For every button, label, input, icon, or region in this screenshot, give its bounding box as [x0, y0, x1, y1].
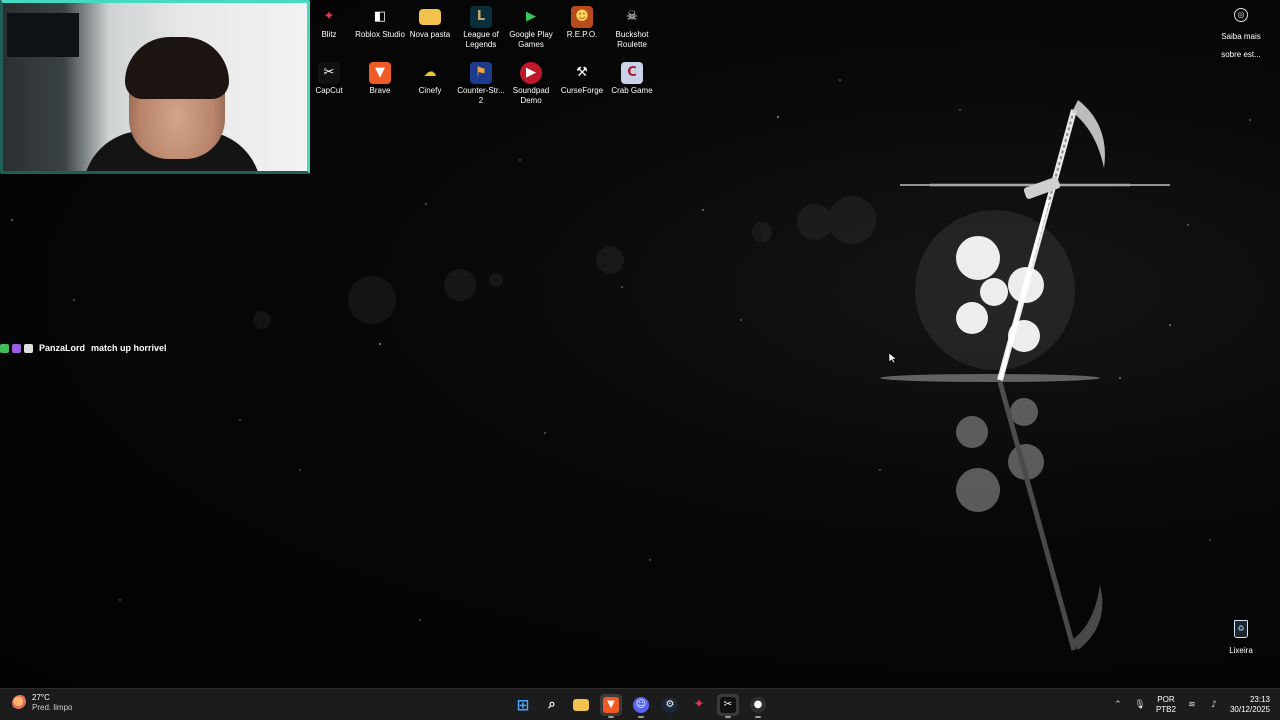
weather-widget[interactable]: 27°C Pred. limpo [12, 693, 72, 713]
desktop-icon-cinefy[interactable]: ☁ Cinefy [404, 62, 456, 96]
running-indicator [725, 716, 731, 718]
desktop-icon-buckshot-roulette[interactable]: ☠ Buckshot Roulette [606, 6, 658, 50]
desktop-icon-label: Crab Game [611, 86, 653, 95]
windows-icon: ⊞ [516, 696, 530, 714]
desktop-icon-label: CapCut [315, 86, 343, 95]
desktop-icon-repo[interactable]: ☻ R.E.P.O. [556, 6, 608, 40]
input-language-indicator[interactable]: POR PTB2 [1156, 695, 1176, 715]
desktop-icon-soundpad[interactable]: ▶ Soundpad Demo [505, 62, 557, 106]
chat-badge-icon [24, 343, 33, 353]
clock-date: 30/12/2025 [1229, 705, 1270, 714]
desktop-icon-label: Google Play Games [509, 30, 553, 49]
desktop-icon-recycle-bin[interactable]: ♻ Lixeira [1222, 620, 1260, 658]
folder-icon [573, 699, 589, 711]
running-indicator [608, 716, 614, 718]
chat-message-text: match up horrivel [91, 343, 167, 353]
recycle-bin-label: Lixeira [1229, 646, 1253, 655]
search-button[interactable]: ⌕ [541, 694, 563, 716]
wifi-icon[interactable]: ≋ [1186, 699, 1198, 711]
desktop-icon-curseforge[interactable]: ⚒ CurseForge [556, 62, 608, 96]
desktop-icon-crab-game[interactable]: C Crab Game [606, 62, 658, 96]
system-tray: ⌃ 🎙 POR PTB2 ≋ ♪ 23:13 30/12/2025 [1112, 693, 1270, 717]
desktop-icon-league-of-legends[interactable]: L League of Legends [455, 6, 507, 50]
desktop-icon-roblox-studio[interactable]: ◧ Roblox Studio [354, 6, 406, 40]
desktop-icon-label: CurseForge [560, 86, 604, 95]
google-play-games-icon: ▶ [526, 9, 536, 24]
steam-icon: ⚙ [662, 697, 678, 713]
cinefy-icon: ☁ [423, 65, 437, 80]
taskbar-steam[interactable]: ⚙ [659, 694, 681, 716]
mouse-cursor-icon [888, 352, 898, 364]
camera-info-icon: ◎ [1234, 8, 1248, 22]
folder-icon [419, 9, 441, 25]
learn-more-label: Saiba mais sobre est... [1221, 32, 1261, 59]
learn-about-picture-button[interactable]: ◎ Saiba mais sobre est... [1216, 8, 1266, 62]
blitz-icon: ✦ [323, 9, 335, 24]
stream-chat-message: PanzaLord match up horrivel [0, 341, 167, 355]
chevron-up-icon[interactable]: ⌃ [1112, 699, 1124, 711]
chat-username: PanzaLord [39, 343, 86, 353]
counter-strike-icon: ⚑ [470, 62, 492, 84]
webcam-overlay [0, 0, 310, 174]
discord-icon: ☺ [633, 697, 649, 713]
taskbar-obs[interactable]: ● [747, 694, 769, 718]
keyboard-layout: PTB2 [1155, 705, 1176, 714]
desktop-icon-label: League of Legends [463, 30, 499, 49]
desktop-icon-label: Counter-Str... 2 [457, 86, 505, 105]
taskbar-blitz[interactable]: ✦ [688, 694, 710, 716]
curseforge-icon: ⚒ [576, 65, 588, 80]
taskbar-brave[interactable]: ▼ [600, 694, 622, 718]
taskbar-capcut[interactable]: ✂ [717, 694, 739, 718]
buckshot-roulette-icon: ☠ [626, 9, 638, 24]
taskbar: 27°C Pred. limpo ⊞ ⌕ ▼ ☺ ⚙ ✦ ✂ ● ⌃ 🎙 POR… [0, 688, 1280, 720]
taskbar-file-explorer[interactable] [570, 694, 592, 716]
search-icon: ⌕ [548, 697, 556, 712]
desktop-icon-brave[interactable]: ▼ Brave [354, 62, 406, 96]
chat-badge-icon [12, 343, 21, 353]
desktop-icon-label: R.E.P.O. [566, 30, 598, 39]
desktop-icon-label: Nova pasta [409, 30, 451, 39]
desktop-icon-label: Blitz [321, 30, 337, 39]
desktop-icon-blitz[interactable]: ✦ Blitz [303, 6, 355, 40]
crab-game-icon: C [621, 62, 643, 84]
brave-icon: ▼ [369, 62, 391, 84]
language-code: POR [1157, 695, 1175, 704]
webcam-window-frame [7, 13, 79, 57]
running-indicator [755, 716, 761, 718]
taskbar-clock[interactable]: 23:13 30/12/2025 [1230, 695, 1270, 715]
league-of-legends-icon: L [470, 6, 492, 28]
microphone-icon[interactable]: 🎙 [1134, 699, 1146, 711]
blitz-icon: ✦ [693, 697, 705, 712]
desktop-icon-capcut[interactable]: ✂ CapCut [303, 62, 355, 96]
brave-icon: ▼ [603, 697, 619, 713]
clock-time: 23:13 [1249, 695, 1270, 704]
volume-icon[interactable]: ♪ [1208, 699, 1220, 711]
repo-icon: ☻ [571, 6, 593, 28]
weather-temperature: 27°C [32, 693, 50, 702]
capcut-icon: ✂ [318, 62, 340, 84]
obs-icon: ● [750, 697, 766, 713]
capcut-icon: ✂ [720, 697, 736, 713]
roblox-studio-icon: ◧ [373, 9, 387, 24]
chat-badge-icon [0, 343, 9, 353]
desktop-icon-label: Brave [369, 86, 391, 95]
weather-icon [12, 695, 28, 711]
desktop-icon-nova-pasta[interactable]: Nova pasta [404, 6, 456, 40]
weather-condition: Pred. limpo [32, 703, 73, 712]
desktop-icon-label: Soundpad Demo [512, 86, 550, 105]
desktop-icon-counter-strike[interactable]: ⚑ Counter-Str... 2 [455, 62, 507, 106]
taskbar-discord[interactable]: ☺ [630, 694, 652, 718]
soundpad-icon: ▶ [520, 62, 542, 84]
desktop-icon-label: Roblox Studio [355, 30, 405, 39]
desktop-icon-label: Cinefy [418, 86, 442, 95]
desktop-icon-google-play-games[interactable]: ▶ Google Play Games [505, 6, 557, 50]
running-indicator [638, 716, 644, 718]
start-button[interactable]: ⊞ [512, 694, 534, 716]
recycle-bin-icon: ♻ [1234, 620, 1248, 638]
desktop-icon-label: Buckshot Roulette [615, 30, 649, 49]
